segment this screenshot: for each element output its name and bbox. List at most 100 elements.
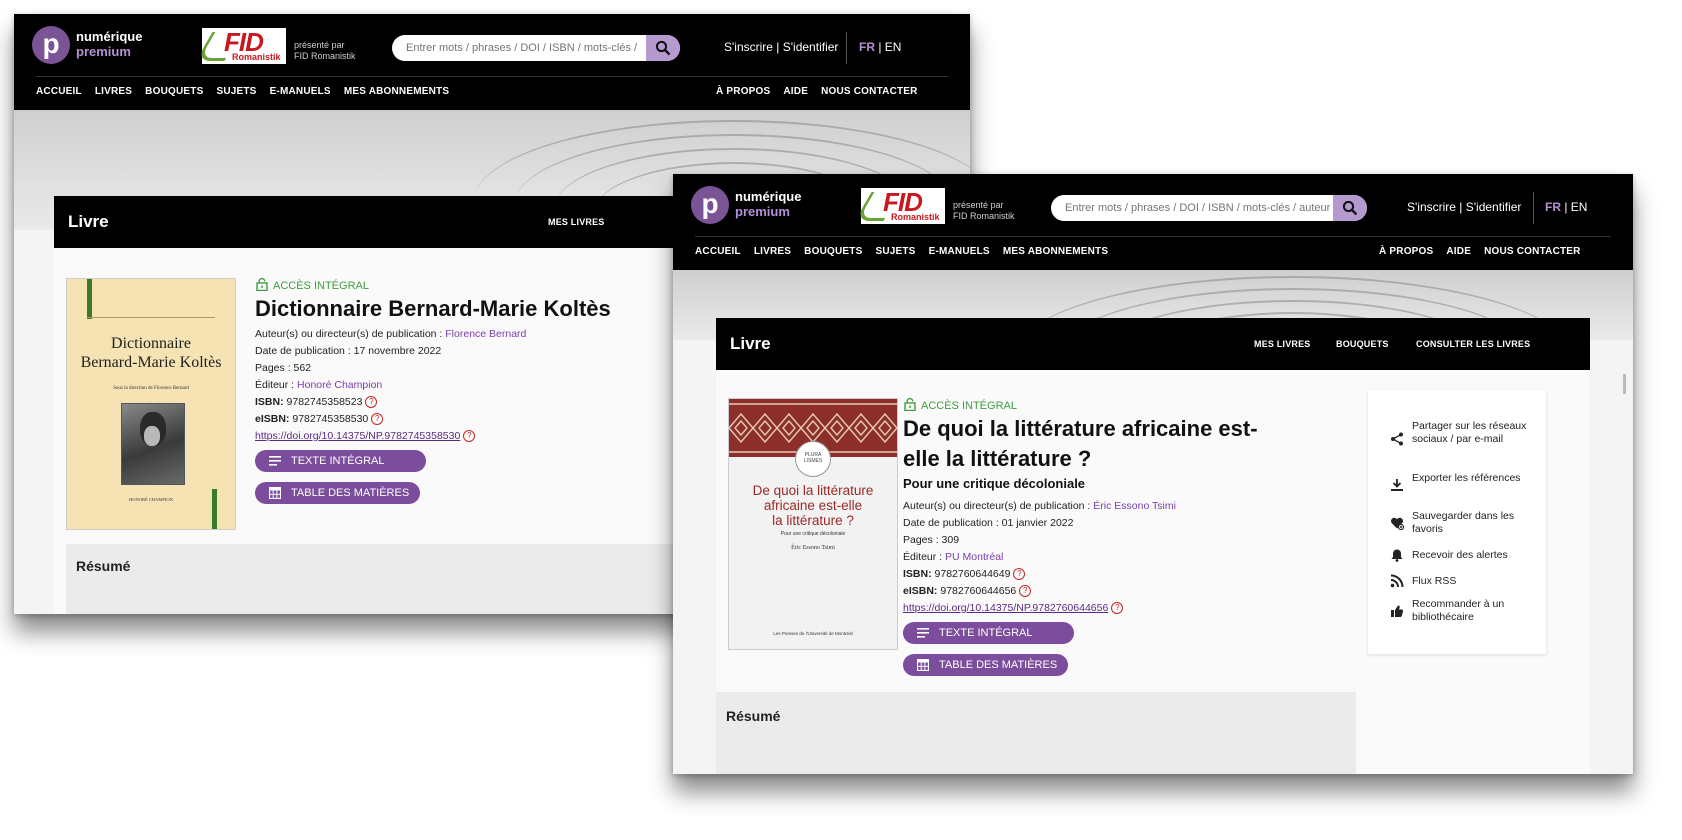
- book-metadata: Auteur(s) ou directeur(s) de publication…: [255, 326, 655, 445]
- meta-publisher: Éditeur : PU Montréal: [903, 549, 1283, 566]
- help-icon[interactable]: ?: [1019, 585, 1032, 597]
- page-heading: Livre: [730, 334, 771, 353]
- nav-nous-contacter[interactable]: NOUS CONTACTER: [821, 86, 918, 97]
- fulltext-button[interactable]: TEXTE INTÉGRAL: [903, 622, 1074, 644]
- search-button[interactable]: [646, 35, 680, 61]
- favorite-action[interactable]: Sauvegarder dans les favoris: [1390, 510, 1530, 538]
- language-switcher: FR | EN: [859, 40, 901, 54]
- nav-accueil[interactable]: ACCUEIL: [695, 246, 741, 257]
- section-link-consulter-les-livres[interactable]: CONSULTER LES LIVRES: [1416, 339, 1530, 350]
- author-link[interactable]: Florence Bernard: [445, 328, 526, 340]
- fulltext-label: TEXTE INTÉGRAL: [939, 627, 1033, 639]
- lang-fr[interactable]: FR: [1545, 200, 1561, 214]
- fid-romanistik-logo[interactable]: FID Romanistik: [195, 28, 286, 64]
- doi-link[interactable]: https://doi.org/10.14375/NP.978274535853…: [255, 430, 460, 442]
- nav-bouquets[interactable]: BOUQUETS: [145, 86, 203, 97]
- meta-date-label: Date de publication :: [903, 517, 1002, 529]
- help-icon[interactable]: ?: [1013, 568, 1026, 580]
- nav-nous-contacter[interactable]: NOUS CONTACTER: [1484, 246, 1581, 257]
- meta-pages-label: Pages :: [903, 534, 942, 546]
- logo-letter: p: [42, 28, 60, 59]
- alerts-action[interactable]: Recevoir des alertes: [1390, 548, 1530, 564]
- search-icon: [655, 40, 671, 56]
- lang-en[interactable]: EN: [885, 40, 902, 54]
- nav-a-propos[interactable]: À PROPOS: [716, 86, 770, 97]
- section-link-mes-livres[interactable]: MES LIVRES: [548, 217, 605, 228]
- screenshot-litterature-africaine: p numérique premium FID Romanistik prése…: [673, 174, 1633, 774]
- section-link-bouquets[interactable]: BOUQUETS: [1336, 339, 1389, 350]
- fid-romanistik-logo[interactable]: FID Romanistik: [854, 188, 945, 224]
- cover-author: Éric Essono Tsimi: [791, 545, 835, 551]
- book-cover-litterature-africaine[interactable]: PLURA LISMES De quoi la littérature afri…: [728, 398, 898, 650]
- help-icon[interactable]: ?: [371, 413, 384, 425]
- export-label: Exporter les références: [1412, 472, 1521, 484]
- toc-button[interactable]: TABLE DES MATIÈRES: [903, 654, 1068, 676]
- toc-label: TABLE DES MATIÈRES: [939, 659, 1058, 671]
- cover-title-line1: De quoi la littérature: [752, 483, 874, 498]
- meta-eisbn: eISBN: 9782760644656?: [903, 583, 1283, 600]
- signin-link[interactable]: S'inscrire | S'identifier: [1407, 200, 1521, 214]
- resume-heading: Résumé: [76, 558, 131, 574]
- book-cover-koltes[interactable]: Dictionnaire Bernard-Marie Koltès Sous l…: [66, 278, 236, 530]
- header-separator: [846, 32, 847, 64]
- nav-aide[interactable]: AIDE: [783, 86, 808, 97]
- cover-portrait: [121, 403, 185, 485]
- scrollbar-thumb[interactable]: [1623, 374, 1626, 394]
- meta-pages-label: Pages :: [255, 362, 294, 374]
- nav-bouquets[interactable]: BOUQUETS: [804, 246, 862, 257]
- site-header: p numérique premium FID Romanistik prése…: [673, 174, 1633, 270]
- publisher-link[interactable]: PU Montréal: [945, 551, 1003, 563]
- nav-sujets[interactable]: SUJETS: [216, 86, 256, 97]
- help-icon[interactable]: ?: [365, 396, 378, 408]
- lang-fr[interactable]: FR: [859, 40, 875, 54]
- toc-button[interactable]: TABLE DES MATIÈRES: [255, 482, 420, 504]
- nav-a-propos[interactable]: À PROPOS: [1379, 246, 1433, 257]
- cover-subtitle: Pour une critique décoloniale: [780, 531, 846, 537]
- cover-byline: Sous la direction de Florence Bernard: [113, 386, 189, 391]
- author-link[interactable]: Éric Essono Tsimi: [1093, 500, 1176, 512]
- section-bar: Livre MES LIVRES BOUQUETS CONSULTER LES …: [716, 318, 1590, 370]
- resume-section: Résumé: [716, 692, 1356, 774]
- meta-isbn-label: ISBN:: [903, 568, 932, 580]
- nav-e-manuels[interactable]: E-MANUELS: [929, 246, 990, 257]
- nav-mes-abonnements[interactable]: MES ABONNEMENTS: [344, 86, 449, 97]
- help-icon[interactable]: ?: [463, 430, 476, 442]
- signin-link[interactable]: S'inscrire | S'identifier: [724, 40, 838, 54]
- numerique-premium-logo[interactable]: p: [32, 26, 70, 64]
- book-title: Dictionnaire Bernard-Marie Koltès: [255, 296, 611, 321]
- export-action[interactable]: Exporter les références: [1390, 472, 1530, 500]
- book-title: De quoi la littérature africaine est- el…: [903, 414, 1258, 474]
- nav-divider: [695, 236, 1611, 237]
- meta-isbn-label: ISBN:: [255, 396, 284, 408]
- search-input[interactable]: [392, 35, 640, 61]
- numerique-premium-logo[interactable]: p: [691, 186, 729, 224]
- heart-icon: [1390, 517, 1404, 530]
- presented-line1: présenté par: [294, 40, 345, 50]
- fulltext-button[interactable]: TEXTE INTÉGRAL: [255, 450, 426, 472]
- help-icon[interactable]: ?: [1111, 602, 1124, 614]
- cover-title-line2: africaine est-elle: [763, 498, 863, 513]
- nav-livres[interactable]: LIVRES: [754, 246, 791, 257]
- meta-pages: Pages : 562: [255, 360, 655, 377]
- share-action[interactable]: Partager sur les réseaux sociaux / par e…: [1390, 420, 1530, 460]
- rss-icon: [1390, 574, 1404, 588]
- book-title-line2: elle la littérature ?: [903, 446, 1092, 471]
- lang-en[interactable]: EN: [1571, 200, 1588, 214]
- nav-livres[interactable]: LIVRES: [95, 86, 132, 97]
- publisher-link[interactable]: Honoré Champion: [297, 379, 382, 391]
- nav-sujets[interactable]: SUJETS: [875, 246, 915, 257]
- recommend-action[interactable]: Recommander à un bibliothécaire: [1390, 598, 1530, 626]
- access-badge: ACCÈS INTÉGRAL: [256, 277, 369, 293]
- search-button[interactable]: [1333, 195, 1367, 221]
- fid-logo-sub: Romanistik: [232, 52, 281, 62]
- nav-aide[interactable]: AIDE: [1446, 246, 1471, 257]
- section-link-mes-livres[interactable]: MES LIVRES: [1254, 339, 1311, 350]
- nav-divider: [36, 76, 948, 77]
- nav-accueil[interactable]: ACCUEIL: [36, 86, 82, 97]
- nav-mes-abonnements[interactable]: MES ABONNEMENTS: [1003, 246, 1108, 257]
- rss-action[interactable]: Flux RSS: [1390, 574, 1530, 590]
- secondary-nav: À PROPOS AIDE NOUS CONTACTER: [716, 86, 918, 98]
- search-input[interactable]: [1051, 195, 1331, 221]
- doi-link[interactable]: https://doi.org/10.14375/NP.978276064465…: [903, 602, 1108, 614]
- nav-e-manuels[interactable]: E-MANUELS: [270, 86, 331, 97]
